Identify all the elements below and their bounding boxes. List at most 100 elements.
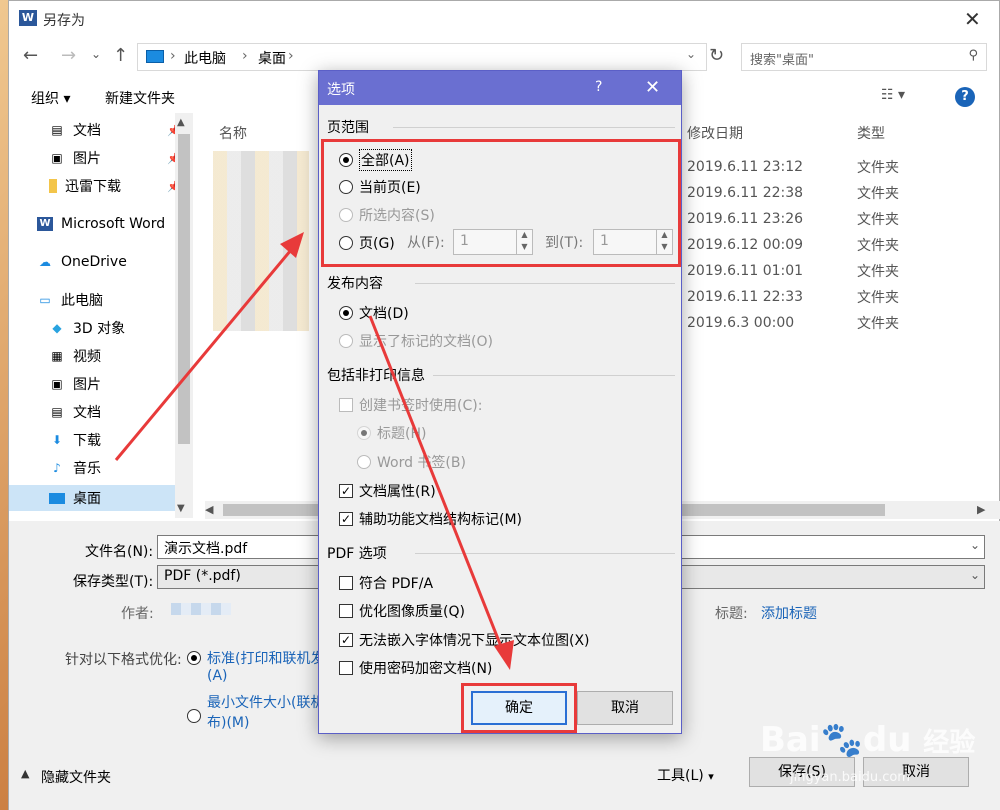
- hide-folders-chevron-icon[interactable]: ▲: [21, 767, 29, 780]
- radio-selected[interactable]: [339, 306, 353, 320]
- sidebar-item-label: 文档: [73, 123, 101, 139]
- scroll-down-icon[interactable]: ▼: [177, 503, 185, 514]
- sidebar-item-desktop[interactable]: 桌面: [9, 485, 175, 511]
- from-page-stepper[interactable]: 1 ▲ ▼: [453, 229, 533, 255]
- dialog-cancel-button[interactable]: 取消: [577, 691, 673, 725]
- checkbox[interactable]: [339, 661, 353, 675]
- picture-icon: ▣: [51, 151, 63, 165]
- scroll-left-icon[interactable]: ◀: [205, 503, 213, 516]
- view-options-icon[interactable]: ☷ ▾: [881, 87, 905, 103]
- search-input[interactable]: 搜索"桌面" ⚲: [741, 43, 987, 71]
- tools-button[interactable]: 工具(L) ▾: [657, 765, 714, 785]
- sidebar-item-onedrive[interactable]: ☁ OneDrive: [37, 249, 127, 275]
- scroll-up-icon[interactable]: ▲: [177, 117, 185, 128]
- dialog-title-bar: 选项 ? ✕: [319, 71, 681, 105]
- option-label: 优化图像质量(Q): [359, 604, 465, 620]
- sidebar-item-music[interactable]: ♪ 音乐: [49, 455, 101, 481]
- to-label: 到(T):: [545, 235, 584, 251]
- optimize-minimum-radio[interactable]: [187, 709, 201, 723]
- table-row[interactable]: 2019.6.11 23:12 文件夹: [687, 154, 987, 180]
- bitmap-text-option[interactable]: ✓ 无法嵌入字体情况下显示文本位图(X): [339, 630, 590, 650]
- dialog-help-button[interactable]: ?: [595, 79, 602, 95]
- up-arrow-icon[interactable]: ↑: [113, 45, 128, 66]
- page-range-all-option[interactable]: 全部(A): [339, 149, 412, 171]
- sidebar-item-label: 图片: [73, 377, 101, 393]
- desktop-icon: [146, 50, 164, 63]
- radio-selected[interactable]: [339, 153, 353, 167]
- chevron-down-icon[interactable]: ⌄: [970, 568, 980, 582]
- sidebar-item-documents-2[interactable]: ▤ 文档: [49, 399, 101, 425]
- sidebar-item-videos[interactable]: ▦ 视频: [49, 343, 101, 369]
- page-range-pages-option[interactable]: 页(G): [339, 233, 395, 253]
- table-row[interactable]: 2019.6.11 23:26 文件夹: [687, 206, 987, 232]
- help-icon[interactable]: ?: [955, 87, 975, 107]
- checkbox-checked[interactable]: ✓: [339, 633, 353, 647]
- sidebar-item-xunlei[interactable]: 迅雷下载 📌: [49, 173, 181, 199]
- optimize-minimum-label-1[interactable]: 最小文件大小(联机: [207, 692, 324, 712]
- modified-cell: 2019.6.11 01:01: [687, 263, 804, 279]
- breadcrumb-separator-icon: ›: [170, 48, 176, 64]
- table-row[interactable]: 2019.6.11 22:33 文件夹: [687, 284, 987, 310]
- optimize-standard-radio[interactable]: [187, 651, 201, 665]
- table-row[interactable]: 2019.6.11 22:38 文件夹: [687, 180, 987, 206]
- optimize-minimum-label-2[interactable]: 布)(M): [207, 712, 249, 732]
- chevron-down-icon[interactable]: ⌄: [970, 538, 980, 552]
- publish-document-option[interactable]: 文档(D): [339, 303, 409, 323]
- cloud-icon: ☁: [39, 255, 51, 269]
- checkbox[interactable]: [339, 576, 353, 590]
- recent-locations-chevron-icon[interactable]: ⌄: [91, 47, 101, 61]
- sidebar-item-downloads[interactable]: ⬇ 下载: [49, 427, 101, 453]
- organize-button[interactable]: 组织 ▾: [31, 88, 70, 108]
- radio[interactable]: [339, 236, 353, 250]
- optimize-standard-label-2[interactable]: (A): [207, 668, 228, 684]
- scroll-right-icon[interactable]: ▶: [977, 503, 985, 516]
- sidebar-item-pictures[interactable]: ▣ 图片 📌: [49, 145, 180, 171]
- table-row[interactable]: 2019.6.3 00:00 文件夹: [687, 310, 987, 336]
- sidebar-scrollbar-thumb[interactable]: [178, 134, 190, 444]
- accessibility-tags-option[interactable]: ✓ 辅助功能文档结构标记(M): [339, 509, 522, 529]
- to-page-stepper[interactable]: 1 ▲ ▼: [593, 229, 673, 255]
- stepper-arrows-icon[interactable]: ▲ ▼: [656, 229, 672, 255]
- author-value-blurred[interactable]: [171, 603, 231, 615]
- bookmarks-word-option: Word 书签(B): [357, 452, 466, 472]
- pdfa-option[interactable]: 符合 PDF/A: [339, 573, 433, 593]
- paw-icon: 🐾: [820, 720, 863, 760]
- radio[interactable]: [339, 180, 353, 194]
- checkbox-checked[interactable]: ✓: [339, 484, 353, 498]
- dialog-close-icon[interactable]: ✕: [645, 77, 660, 98]
- close-icon[interactable]: ✕: [964, 7, 981, 31]
- hide-folders-toggle[interactable]: 隐藏文件夹: [41, 767, 111, 787]
- address-bar[interactable]: › 此电脑 › 桌面 › ⌄: [137, 43, 707, 71]
- column-header-modified[interactable]: 修改日期: [687, 123, 743, 143]
- column-header-type[interactable]: 类型: [857, 123, 885, 143]
- sidebar-item-label: 视频: [73, 349, 101, 365]
- optimize-images-option[interactable]: 优化图像质量(Q): [339, 601, 465, 621]
- optimize-standard-label-1[interactable]: 标准(打印和联机发: [207, 648, 324, 668]
- checkbox[interactable]: [339, 604, 353, 618]
- add-title-link[interactable]: 添加标题: [761, 603, 817, 623]
- breadcrumb-this-pc[interactable]: 此电脑: [184, 48, 226, 68]
- refresh-icon[interactable]: ↻: [709, 45, 724, 66]
- new-folder-button[interactable]: 新建文件夹: [105, 88, 175, 108]
- checkbox-checked[interactable]: ✓: [339, 512, 353, 526]
- forward-arrow-icon[interactable]: →: [61, 45, 76, 66]
- table-row[interactable]: 2019.6.11 01:01 文件夹: [687, 258, 987, 284]
- encrypt-option[interactable]: 使用密码加密文档(N): [339, 658, 492, 678]
- breadcrumb-desktop[interactable]: 桌面: [258, 48, 286, 68]
- stepper-arrows-icon[interactable]: ▲ ▼: [516, 229, 532, 255]
- sidebar-item-3d-objects[interactable]: ◆ 3D 对象: [49, 315, 125, 341]
- page-range-current-option[interactable]: 当前页(E): [339, 177, 421, 197]
- sidebar-item-this-pc[interactable]: ▭ 此电脑: [37, 287, 103, 313]
- sidebar-item-pictures-2[interactable]: ▣ 图片: [49, 371, 101, 397]
- type-cell: 文件夹: [857, 238, 899, 254]
- option-label: 当前页(E): [359, 180, 421, 196]
- sidebar-item-word[interactable]: W Microsoft Word: [37, 211, 165, 237]
- column-header-name[interactable]: 名称: [219, 123, 247, 143]
- table-row[interactable]: 2019.6.12 00:09 文件夹: [687, 232, 987, 258]
- document-properties-option[interactable]: ✓ 文档属性(R): [339, 481, 436, 501]
- address-dropdown-icon[interactable]: ⌄: [686, 47, 696, 61]
- sidebar-item-documents[interactable]: ▤ 文档 📌: [49, 117, 180, 143]
- nonprint-heading: 包括非打印信息: [327, 368, 425, 384]
- back-arrow-icon[interactable]: ←: [23, 45, 38, 66]
- ok-button[interactable]: 确定: [471, 691, 567, 725]
